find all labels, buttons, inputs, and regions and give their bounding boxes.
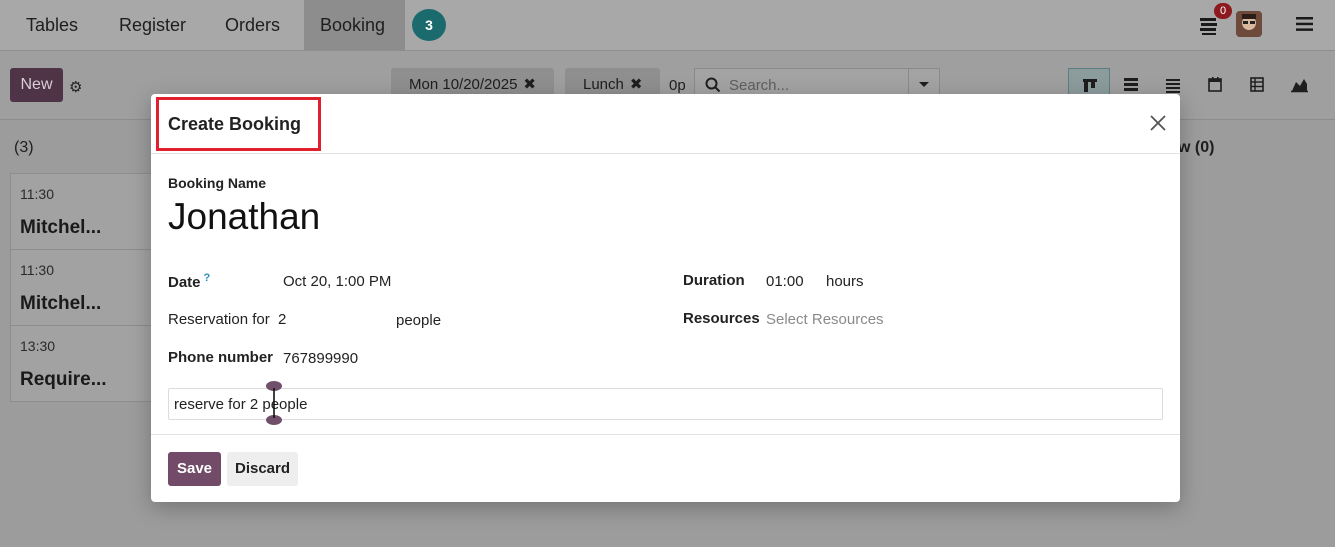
resources-input[interactable]: Select Resources [766, 311, 884, 328]
kanban-column-header: (3) [14, 139, 34, 156]
date-label-text: Date [168, 274, 201, 291]
discard-button[interactable]: Discard [227, 452, 298, 486]
kanban-card[interactable]: 11:30 Mitchel... [10, 249, 155, 326]
kanban-column-header: w (0) [1178, 139, 1215, 156]
facet-extra: 0p [669, 77, 686, 94]
menu-icon[interactable] [1296, 16, 1314, 37]
facet-date-label: Mon 10/20/2025 [409, 76, 518, 93]
close-icon[interactable] [1148, 113, 1168, 133]
booking-name-label: Booking Name [168, 175, 267, 191]
dialog-header: Create Booking [151, 94, 1180, 154]
gear-icon[interactable]: ⚙ [69, 78, 82, 96]
dialog-footer: Save Discard [151, 434, 1180, 502]
reservation-unit: people [396, 312, 442, 329]
save-button[interactable]: Save [168, 452, 221, 486]
stack-icon[interactable] [1198, 14, 1220, 41]
remove-facet-icon[interactable]: ✖ [630, 76, 643, 93]
kanban-card[interactable]: 11:30 Mitchel... [10, 173, 155, 250]
card-name: Mitchel... [20, 217, 102, 238]
create-booking-dialog: Create Booking Booking Name Jonathan Dat… [151, 94, 1180, 502]
card-time: 11:30 [20, 186, 54, 202]
remove-facet-icon[interactable]: ✖ [523, 76, 536, 93]
reservation-label: Reservation for [168, 311, 270, 328]
booking-count-badge[interactable]: 3 [412, 9, 446, 41]
card-time: 13:30 [20, 338, 56, 354]
reservation-count-input[interactable]: 2 [278, 311, 286, 328]
date-label: Date? [168, 272, 210, 291]
text-cursor-handle-icon[interactable] [265, 380, 283, 426]
facet-lunch-label: Lunch [583, 76, 624, 93]
nav-booking[interactable]: Booking [304, 0, 405, 50]
new-button[interactable]: New [10, 68, 63, 102]
nav-tables[interactable]: Tables [10, 0, 94, 50]
note-text: reserve for 2 people [174, 396, 308, 413]
date-field[interactable]: Oct 20, 1:00 PM [283, 273, 391, 290]
duration-label: Duration [683, 272, 745, 289]
nav-orders[interactable]: Orders [209, 0, 296, 50]
card-time: 11:30 [20, 262, 54, 278]
phone-input[interactable]: 767899990 [283, 350, 358, 367]
phone-label: Phone number [168, 349, 274, 366]
calendar-view-icon[interactable] [1194, 68, 1236, 102]
duration-input[interactable]: 01:00 [766, 273, 804, 290]
graph-view-icon[interactable] [1278, 68, 1320, 102]
duration-unit: hours [826, 273, 864, 290]
card-name: Require... [20, 369, 107, 390]
pivot-view-icon[interactable] [1236, 68, 1278, 102]
card-name: Mitchel... [20, 293, 102, 314]
note-textarea[interactable]: reserve for 2 people [168, 388, 1163, 420]
user-avatar[interactable] [1236, 11, 1262, 37]
kanban-card[interactable]: 13:30 Require... [10, 325, 155, 402]
notification-badge: 0 [1214, 3, 1232, 19]
top-navbar: Tables Register Orders Booking 3 0 [0, 0, 1335, 51]
booking-name-input[interactable]: Jonathan [168, 196, 320, 238]
dialog-title: Create Booking [168, 114, 302, 134]
search-placeholder: Search... [729, 77, 790, 94]
resources-label: Resources [683, 310, 760, 327]
help-icon[interactable]: ? [204, 272, 211, 284]
nav-register[interactable]: Register [103, 0, 202, 50]
